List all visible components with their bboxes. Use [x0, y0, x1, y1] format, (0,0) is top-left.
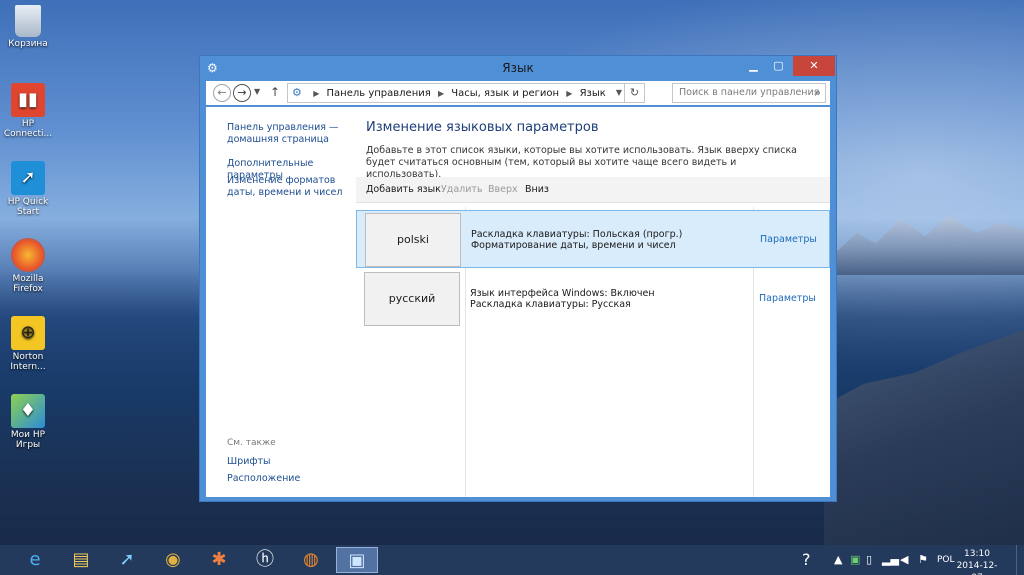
breadcrumb-item-language[interactable]: Язык — [580, 88, 606, 99]
action-center-icon[interactable]: ⚑ — [918, 553, 928, 566]
sidebar: Панель управления — домашняя страница До… — [206, 107, 356, 497]
explorer-icon[interactable]: ▤ — [60, 547, 102, 573]
close-button[interactable]: ✕ — [793, 56, 835, 76]
desktop-icon-label: Мои HP Игры — [10, 430, 46, 450]
desktop-icon-label: Norton Intern... — [10, 352, 46, 372]
sidebar-link-location[interactable]: Расположение — [227, 473, 353, 485]
search-input[interactable]: Поиск в панели управления ⌕ — [672, 83, 826, 103]
hp-games-icon: ♦ — [11, 394, 45, 428]
hp-connected-icon: ▮▮ — [11, 83, 45, 117]
volume-icon[interactable]: ◀ — [900, 553, 908, 566]
language-row-polski[interactable]: polski Раскладка клавиатуры: Польская (п… — [356, 210, 830, 268]
battery-icon[interactable]: ▯ — [866, 553, 872, 566]
search-placeholder: Поиск в панели управления — [679, 87, 820, 98]
language-info-line: Раскладка клавиатуры: Польская (прогр.) — [471, 229, 683, 240]
firefox-icon — [11, 238, 45, 272]
search-icon[interactable]: ⌕ — [815, 84, 821, 102]
language-row-russian[interactable]: русский Язык интерфейса Windows: Включен… — [356, 270, 830, 328]
firefox-icon[interactable]: ◍ — [290, 547, 332, 573]
show-hidden-icons-icon[interactable]: ▲ — [834, 553, 842, 566]
page-title: Изменение языковых параметров — [366, 120, 599, 135]
address-bar: ← → ▼ ↑ ⚙ ▶ Панель управления ▶ Часы, яз… — [206, 81, 830, 105]
recycle-bin-icon — [15, 5, 41, 37]
move-up-button[interactable]: Вверх — [488, 184, 518, 195]
language-info-line: Форматирование даты, времени и чисел — [471, 240, 676, 251]
language-window: ⚙ Язык ▁ ▢ ✕ ← → ▼ ↑ ⚙ ▶ Панель управлен… — [199, 55, 837, 502]
desktop-wallpaper-mountains — [834, 215, 1024, 275]
move-down-button[interactable]: Вниз — [525, 184, 549, 195]
sidebar-link-change-formats[interactable]: Изменение форматов даты, времени и чисел — [227, 175, 353, 199]
clock-time: 13:10 — [964, 549, 990, 559]
language-info: Раскладка клавиатуры: Польская (прогр.) … — [471, 229, 682, 251]
clock-date: 2014-12-07 — [956, 561, 998, 575]
breadcrumb-item-control-panel[interactable]: Панель управления — [327, 88, 431, 99]
main-panel: Изменение языковых параметров Добавьте в… — [356, 107, 830, 497]
breadcrumb-separator-icon: ▶ — [437, 89, 445, 98]
desktop-icon-hp-games[interactable]: ♦ Мои HP Игры — [0, 394, 56, 450]
taskbar: e ▤ ➚ ◉ ✱ ⓗ ◍ ▣ ? ▲ ▣ ▯ ▂▄ ◀ ⚑ POL 13:10… — [0, 545, 1024, 575]
control-panel-icon[interactable]: ▣ — [336, 547, 378, 573]
breadcrumb-item-clock-language-region[interactable]: Часы, язык и регион — [451, 88, 559, 99]
minimize-button[interactable]: ▁ — [741, 56, 766, 76]
add-language-button[interactable]: Добавить язык — [366, 184, 441, 195]
hp-quick-start-icon[interactable]: ➚ — [106, 547, 148, 573]
norton-icon: ⊕ — [11, 316, 45, 350]
page-description: Добавьте в этот список языки, которые вы… — [366, 145, 798, 180]
desktop-icon-label: Mozilla Firefox — [12, 274, 44, 294]
language-info-line: Раскладка клавиатуры: Русская — [470, 299, 631, 310]
sidebar-link-fonts[interactable]: Шрифты — [227, 456, 353, 468]
language-list: polski Раскладка клавиатуры: Польская (п… — [356, 207, 830, 497]
sidebar-link-home[interactable]: Панель управления — домашняя страница — [227, 122, 353, 146]
language-toolbar: Добавить язык Удалить Вверх Вниз — [356, 177, 830, 203]
desktop-icon-label: HP Connecti... — [3, 119, 53, 139]
hp-icon[interactable]: ⓗ — [244, 547, 286, 573]
photo-icon[interactable]: ✱ — [198, 547, 240, 573]
window-content: Панель управления — домашняя страница До… — [206, 107, 830, 497]
desktop-icon-hp-connected[interactable]: ▮▮ HP Connecti... — [0, 83, 56, 139]
system-tray: ? ▲ ▣ ▯ ▂▄ ◀ ⚑ POL 13:10 2014-12-07 — [794, 545, 1024, 575]
language-tile[interactable]: polski — [365, 213, 461, 267]
desktop-icon-label: HP Quick Start — [7, 197, 49, 217]
desktop-icon-norton[interactable]: ⊕ Norton Intern... — [0, 316, 56, 372]
security-icon[interactable]: ▣ — [850, 553, 860, 566]
show-desktop-button[interactable] — [1016, 545, 1024, 575]
media-icon[interactable]: ◉ — [152, 547, 194, 573]
refresh-icon[interactable]: ↻ — [624, 84, 644, 102]
ie-icon[interactable]: e — [14, 547, 56, 573]
language-tile[interactable]: русский — [364, 272, 460, 326]
clock[interactable]: 13:10 2014-12-07 — [952, 548, 1002, 575]
back-button[interactable]: ← — [213, 84, 231, 102]
hp-quick-start-icon: ➚ — [11, 161, 45, 195]
forward-button[interactable]: → — [233, 84, 251, 102]
help-icon[interactable]: ? — [802, 550, 811, 569]
breadcrumb-separator-icon: ▶ — [566, 89, 573, 98]
window-titlebar[interactable]: ⚙ Язык ▁ ▢ ✕ — [200, 56, 836, 80]
language-options-link[interactable]: Параметры — [760, 234, 817, 245]
control-panel-icon: ⚙ — [292, 86, 302, 99]
breadcrumb[interactable]: ⚙ ▶ Панель управления ▶ Часы, язык и рег… — [287, 83, 645, 103]
language-info-line: Язык интерфейса Windows: Включен — [470, 288, 655, 299]
chevron-down-icon[interactable]: ▼ — [616, 84, 622, 102]
recent-pages-dropdown-icon[interactable]: ▼ — [254, 87, 260, 96]
desktop-icon-firefox[interactable]: Mozilla Firefox — [0, 238, 56, 294]
language-options-link[interactable]: Параметры — [759, 293, 816, 304]
up-arrow-icon[interactable]: ↑ — [270, 85, 280, 99]
network-icon[interactable]: ▂▄ — [882, 553, 899, 566]
desktop-icon-hp-quick-start[interactable]: ➚ HP Quick Start — [0, 161, 56, 217]
language-info: Язык интерфейса Windows: Включен Расклад… — [470, 288, 655, 310]
desktop-icon-recycle-bin[interactable]: Корзина — [0, 5, 56, 49]
maximize-button[interactable]: ▢ — [766, 56, 791, 76]
remove-language-button[interactable]: Удалить — [441, 184, 483, 195]
breadcrumb-separator-icon: ▶ — [313, 89, 320, 98]
see-also-label: См. также — [227, 438, 276, 448]
desktop-icon-label: Корзина — [8, 39, 48, 49]
